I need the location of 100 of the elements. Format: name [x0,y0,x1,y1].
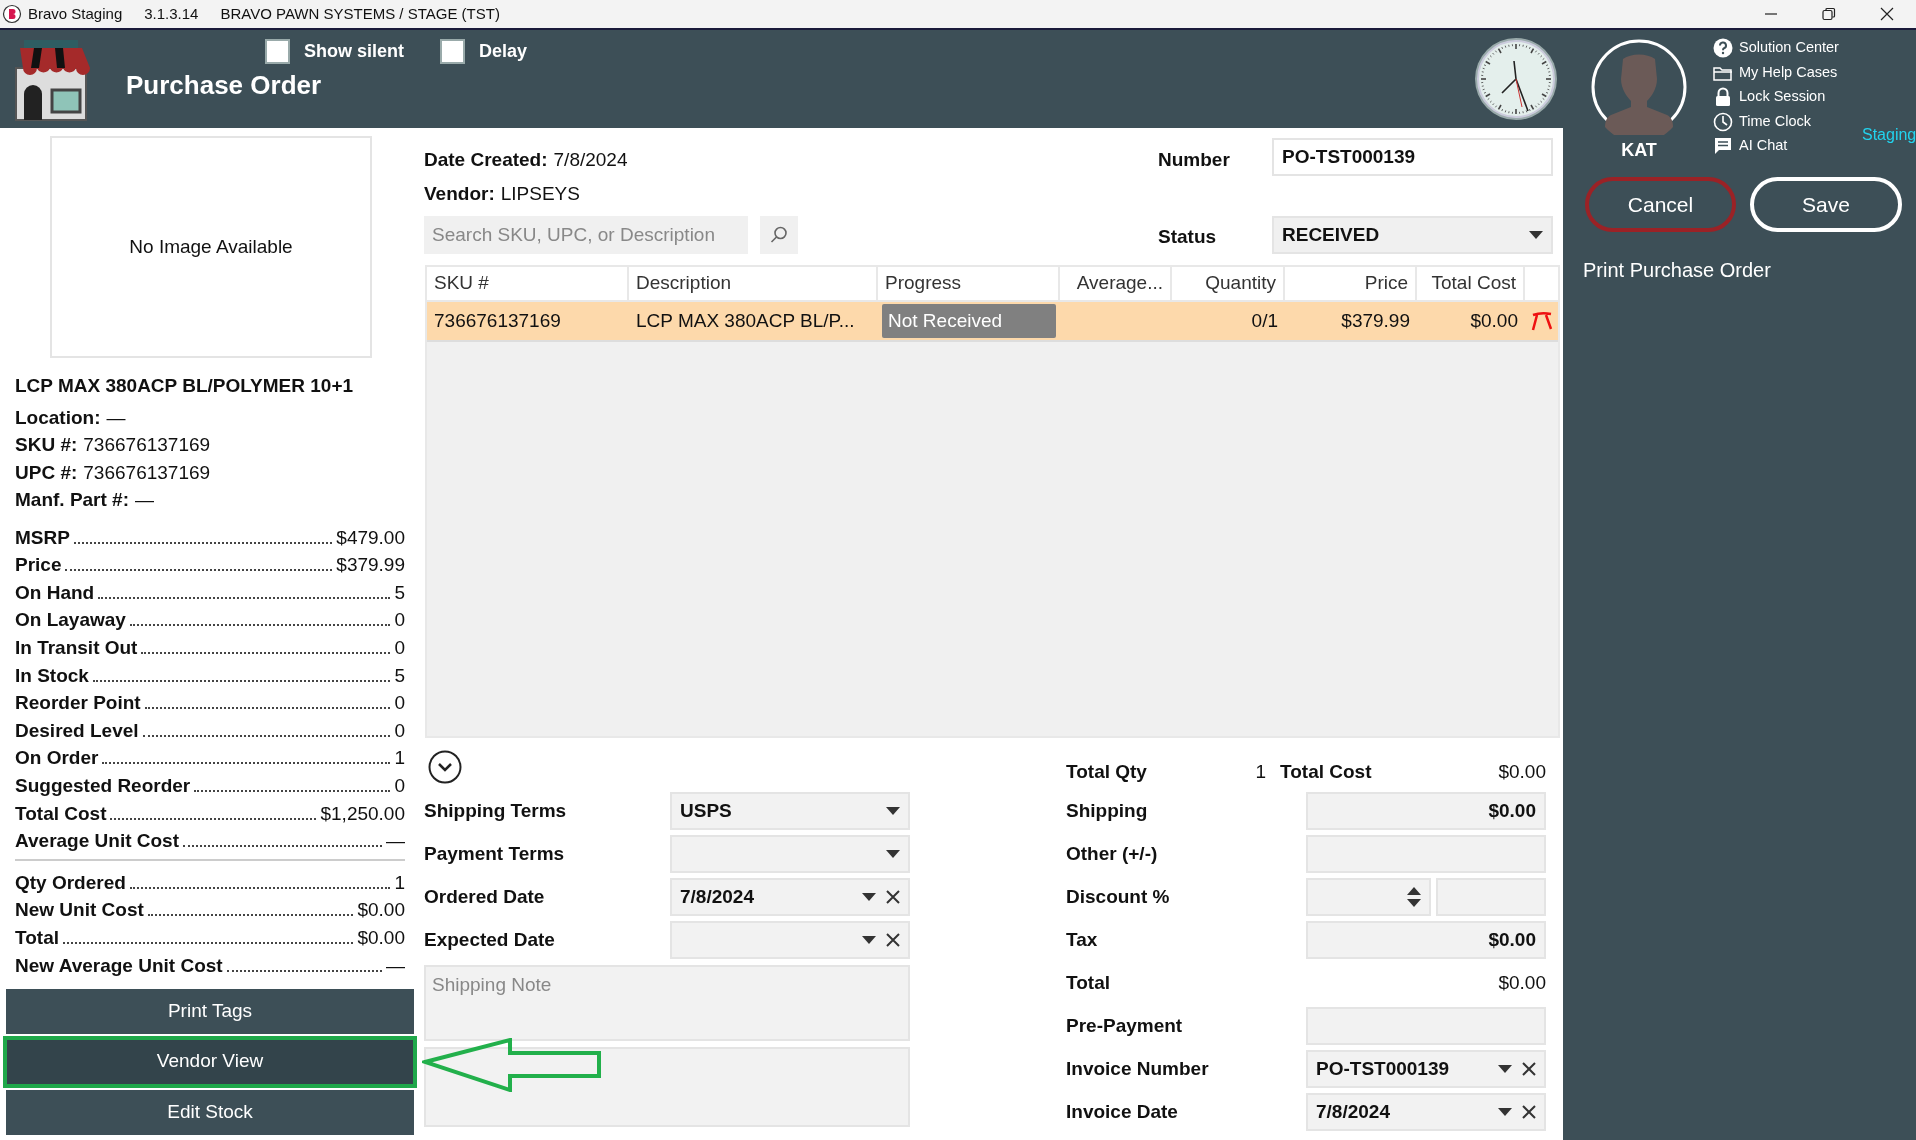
stat-label: Qty Ordered [15,870,126,895]
help-menu-link[interactable]: Lock Session [1713,85,1839,110]
field-value: 1 [1254,759,1266,784]
column-header[interactable]: Quantity [1172,267,1285,300]
table-cell-text: $0.00 [1470,308,1518,333]
stat-label: Total Cost [15,801,107,826]
field-label: Expected Date [424,927,556,952]
item-name: LCP MAX 380ACP BL/POLYMER 10+1 [15,374,355,398]
user-name: KAT [1620,139,1658,162]
status-dropdown[interactable]: RECEIVED [1272,216,1553,254]
table-cell-text: $379.99 [1341,308,1410,333]
print-link[interactable]: Print Purchase Order [1583,255,1771,285]
table-cell-text: 736676137169 [434,308,561,333]
number-field[interactable]: PO-TST000139 [1272,138,1553,176]
stat-label: New Average Unit Cost [15,953,223,978]
field-label: Invoice Date [1066,1099,1179,1124]
environment-label: Staging [1862,125,1916,145]
detail-value: — [135,488,155,512]
detail-value: 736676137169 [83,460,211,485]
column-header[interactable]: Description [629,267,878,300]
chevron-down-icon [428,750,462,784]
field-label: Vendor: [424,182,495,206]
checkbox[interactable] [265,39,290,64]
app-name: Bravo Staging [28,3,123,24]
date-picker[interactable]: PO-TST000139 [1306,1050,1546,1088]
panel-button[interactable]: Vendor View [3,1035,417,1088]
column-header[interactable]: SKU # [427,267,629,300]
no-image-text: No Image Available [129,234,293,259]
column-header[interactable]: Price [1285,267,1417,300]
note-field[interactable]: Shipping Note [424,965,910,1041]
stat-label: Reorder Point [15,691,141,716]
search-button[interactable] [760,216,798,254]
stat-value: 0 [394,718,405,743]
clear-icon [1522,1105,1536,1119]
help-menu-link[interactable]: My Help Cases [1713,60,1839,85]
table-cell-text: LCP MAX 380ACP BL/P... [636,308,855,333]
table-row[interactable]: 736676137169 LCP MAX 380ACP BL/P... Not Received 0/1 $379.99 $0.00 [427,302,1558,342]
stat-value: 1 [394,746,405,771]
field-value: 7/8/2024 [553,148,628,172]
stat-value: $479.00 [336,525,405,550]
amount-field[interactable] [1306,1007,1546,1045]
cancel-button[interactable]: Cancel [1585,177,1736,232]
search-icon [769,225,789,245]
stat-value: 5 [394,663,405,688]
amount-field[interactable]: $0.00 [1306,792,1546,830]
stat-label: Total [15,925,59,950]
detail-label: Location: [15,405,101,430]
help-icon [1713,38,1733,59]
stat-label: In Stock [15,663,89,688]
caret-icon [862,936,876,944]
help-menu-link[interactable]: Time Clock [1713,109,1839,134]
stat-value: 5 [394,580,405,605]
caret-icon [1498,1108,1512,1116]
field-label: Shipping [1066,798,1149,823]
field-label: Date Created: [424,148,548,172]
table-cell-text: 0/1 [1251,308,1278,333]
help-menu-link[interactable]: Solution Center [1713,36,1839,61]
caret-icon [886,850,900,858]
amount-field[interactable] [1436,878,1546,916]
stat-value: $0.00 [357,925,405,950]
field-label: Total Qty [1066,759,1148,784]
field-label: Discount % [1066,884,1171,909]
note-field[interactable] [424,1047,910,1127]
field-label: Pre-Payment [1066,1013,1184,1038]
clear-icon [886,890,900,904]
search-field[interactable]: Search SKU, UPC, or Description [424,216,748,254]
detail-label: UPC #: [15,460,78,485]
stat-value: 0 [394,691,405,716]
stat-label: On Layaway [15,608,126,633]
caret-icon [886,807,900,815]
field-label: Other (+/-) [1066,841,1159,866]
clock-icon [1713,111,1733,132]
date-picker[interactable]: 7/8/2024 [1306,1093,1546,1131]
field-label: Shipping Terms [424,798,568,823]
field-label: Invoice Number [1066,1056,1210,1081]
stat-label: Suggested Reorder [15,773,191,798]
amount-field[interactable] [1306,835,1546,873]
detail-value: — [106,405,126,430]
clear-icon [1522,1062,1536,1076]
stat-label: In Transit Out [15,635,138,660]
expand-button[interactable] [428,750,462,784]
caret-icon [862,893,876,901]
dropdown[interactable]: USPS [670,792,910,830]
checkbox[interactable] [440,39,465,64]
stat-label: On Hand [15,580,95,605]
save-button[interactable]: Save [1750,177,1902,232]
amount-field[interactable]: $0.00 [1306,921,1546,959]
remove-icon [1530,311,1553,331]
column-header[interactable]: Total Cost [1417,267,1525,300]
panel-button[interactable]: Print Tags [6,988,414,1034]
field-label: Tax [1066,927,1099,952]
clear-icon [886,933,900,947]
column-header[interactable]: Average... [1060,267,1172,300]
date-picker[interactable]: 7/8/2024 [670,878,910,916]
spinner-field[interactable] [1306,878,1431,916]
page-title: Purchase Order [126,69,322,102]
panel-button[interactable]: Edit Stock [6,1089,414,1135]
checkbox-label: Show silent [304,40,404,63]
field-value: LIPSEYS [500,182,580,206]
column-header[interactable]: Progress [878,267,1060,300]
